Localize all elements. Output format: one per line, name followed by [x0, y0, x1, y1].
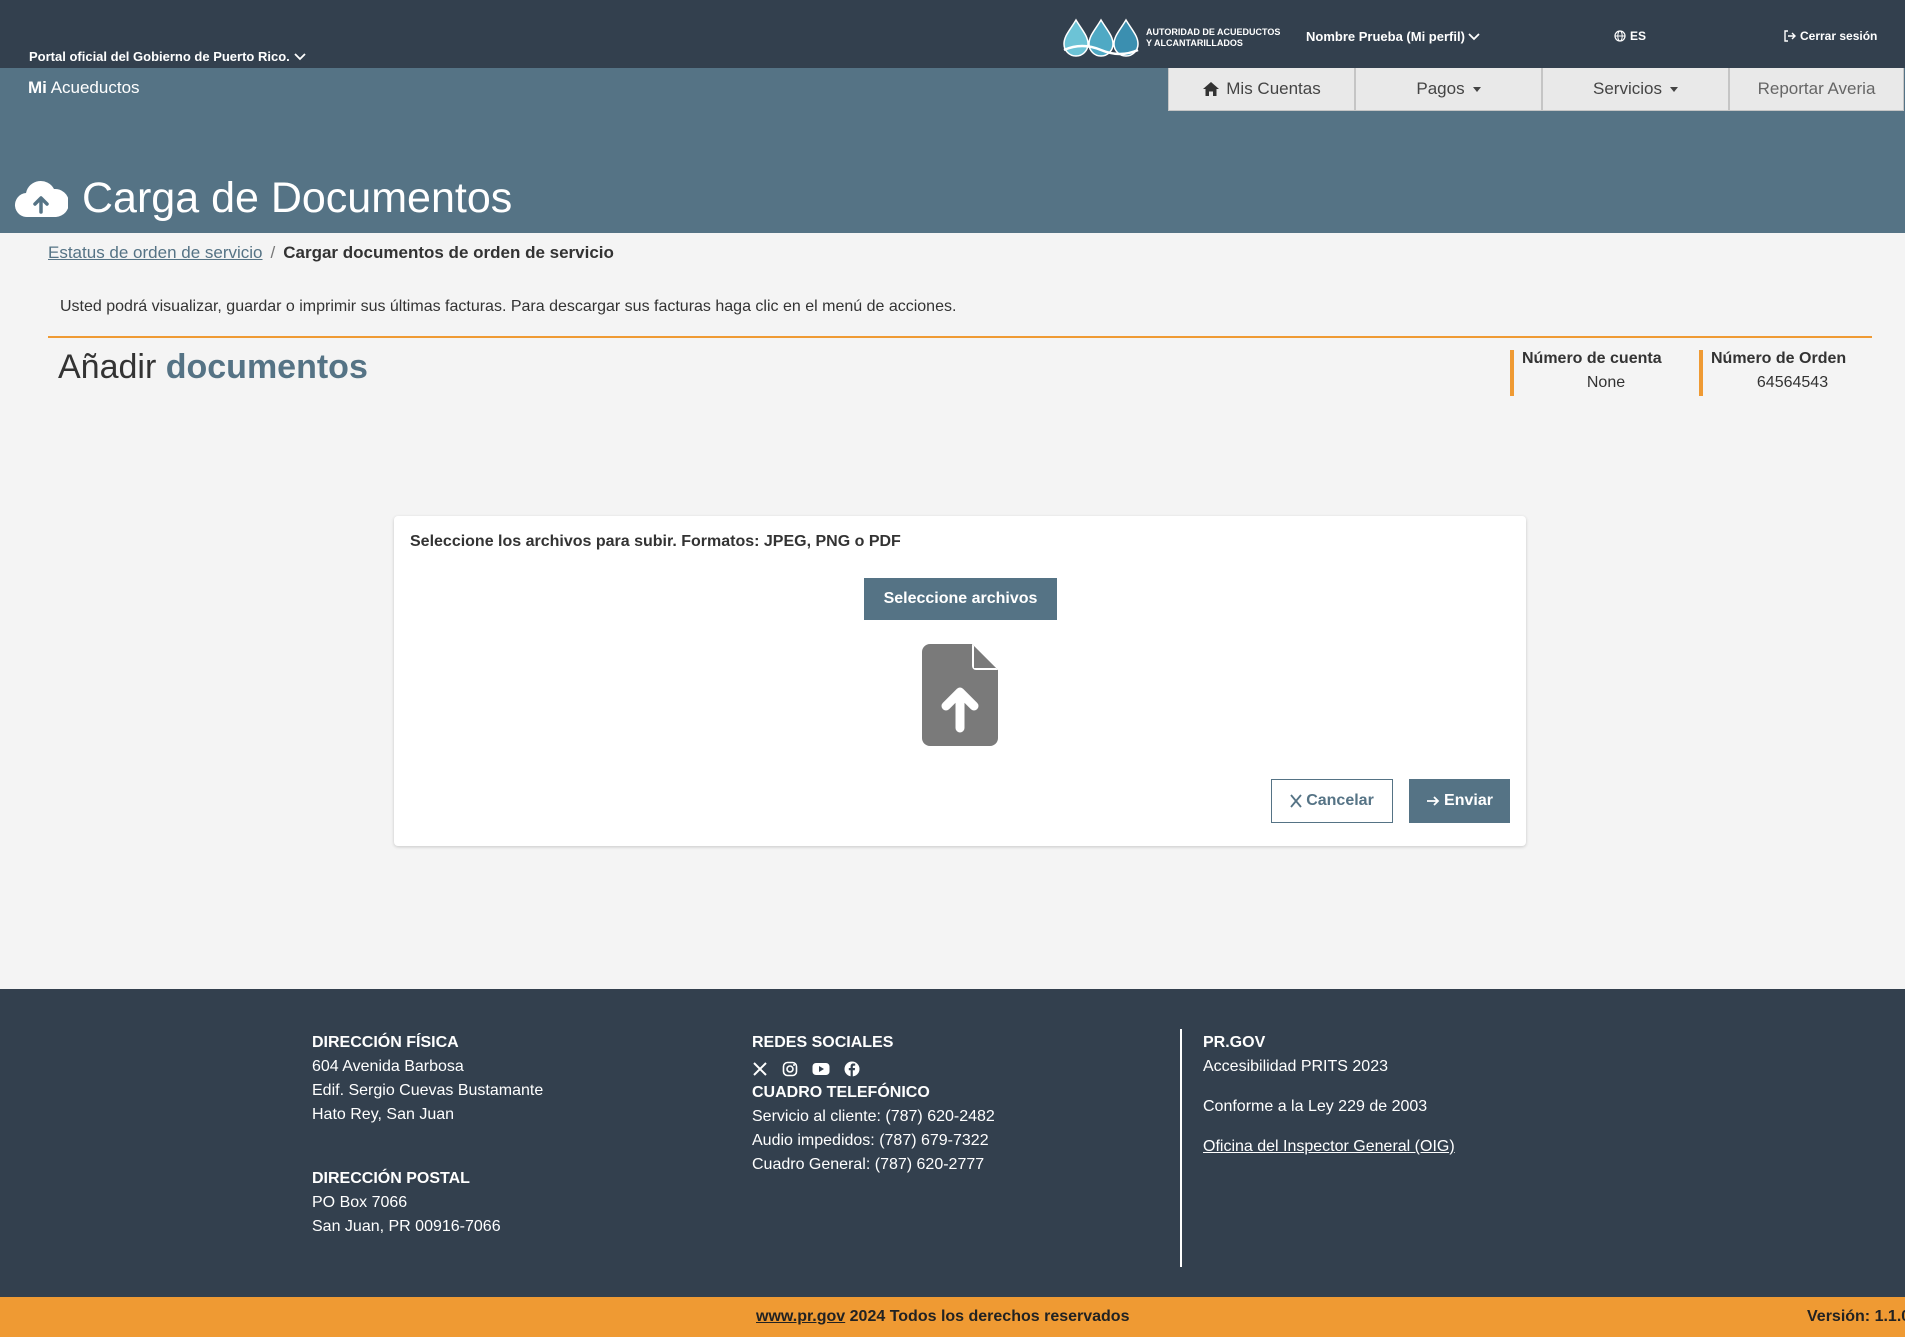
prgov-line: Conforme a la Ley 229 de 2003 [1203, 1098, 1428, 1115]
send-button[interactable]: Enviar [1409, 779, 1510, 823]
cancel-label: Cancelar [1306, 792, 1374, 809]
section-title: Añadir documentos [58, 348, 368, 387]
logo-line-2: Y ALCANTARILLADOS [1146, 38, 1243, 48]
breadcrumb-current: Cargar documentos de orden de servicio [283, 243, 614, 262]
phone-line: Audio impedidos: (787) 679-7322 [752, 1132, 989, 1149]
oig-link[interactable]: Oficina del Inspector General (OIG) [1203, 1135, 1455, 1159]
top-bar: Portal oficial del Gobierno de Puerto Ri… [0, 0, 1905, 68]
prgov-line: Accesibilidad PRITS 2023 [1203, 1058, 1388, 1075]
site-header: Mi Acueductos Mis Cuentas Pagos Servicio… [0, 68, 1905, 233]
account-number-label: Número de cuenta [1522, 350, 1662, 367]
version-label: Versión: 1.1.0 [1807, 1308, 1905, 1325]
order-number-block: Número de Orden 64564543 [1699, 350, 1874, 396]
cancel-button[interactable]: Cancelar [1271, 779, 1393, 823]
globe-icon [1614, 30, 1626, 42]
gov-portal-label: Portal oficial del Gobierno de Puerto Ri… [29, 49, 290, 64]
aaa-logo-text: AUTORIDAD DE ACUEDUCTOS Y ALCANTARILLADO… [1146, 27, 1280, 49]
logo-line-1: AUTORIDAD DE ACUEDUCTOS [1146, 27, 1281, 37]
aaa-logo[interactable]: AUTORIDAD DE ACUEDUCTOS Y ALCANTARILLADO… [1062, 16, 1280, 60]
prgov-title: PR.GOV [1203, 1034, 1266, 1051]
postal-address-title: DIRECCIÓN POSTAL [312, 1170, 470, 1187]
main-nav: Mis Cuentas Pagos Servicios Reportar Ave… [1168, 68, 1904, 111]
intro-text: Usted podrá visualizar, guardar o imprim… [60, 298, 957, 315]
copyright: www.pr.gov 2024 Todos los derechos reser… [756, 1308, 1129, 1326]
section-title-light: Añadir [58, 348, 157, 386]
breadcrumb-parent-link[interactable]: Estatus de orden de servicio [48, 243, 263, 263]
section-title-bold: documentos [165, 348, 368, 386]
youtube-icon[interactable] [812, 1062, 830, 1076]
account-number-value: None [1586, 374, 1626, 391]
copyright-text: 2024 Todos los derechos reservados [845, 1308, 1130, 1325]
nav-pagos[interactable]: Pagos [1355, 68, 1542, 111]
nav-label: Servicios [1593, 79, 1662, 98]
logout-label: Cerrar sesión [1800, 29, 1878, 43]
page-title: Carga de Documentos [14, 174, 512, 223]
breadcrumb-separator: / [270, 243, 276, 262]
phone-line: Servicio al cliente: (787) 620-2482 [752, 1108, 995, 1125]
section-divider [48, 336, 1872, 338]
footer-contact-column: REDES SOCIALES CUADRO TELEFÓNICO Servici… [752, 1031, 995, 1177]
bottom-bar: www.pr.gov 2024 Todos los derechos reser… [0, 1297, 1905, 1337]
logout-icon [1784, 30, 1796, 42]
caret-down-icon [1669, 86, 1678, 92]
caret-down-icon [1472, 86, 1481, 92]
arrow-right-icon [1427, 796, 1440, 806]
order-number-value: 64564543 [1756, 374, 1829, 391]
cloud-upload-icon [15, 180, 68, 217]
nav-mis-cuentas[interactable]: Mis Cuentas [1168, 68, 1355, 111]
physical-address-title: DIRECCIÓN FÍSICA [312, 1034, 459, 1051]
order-number-label: Número de Orden [1711, 350, 1847, 367]
logout-link[interactable]: Cerrar sesión [1783, 29, 1877, 43]
nav-label: Mis Cuentas [1226, 79, 1321, 98]
footer-prgov-column: PR.GOV Accesibilidad PRITS 2023 Conforme… [1203, 1031, 1455, 1159]
nav-reportar-averia[interactable]: Reportar Averia [1729, 68, 1904, 111]
brand-name[interactable]: Mi Acueductos [28, 78, 140, 98]
profile-menu[interactable]: Nombre Prueba (Mi perfil) [1306, 29, 1480, 44]
postal-address-line: San Juan, PR 00916-7066 [312, 1218, 501, 1235]
language-label: ES [1630, 29, 1647, 43]
chevron-down-icon [294, 52, 306, 60]
social-links [752, 1059, 995, 1079]
profile-label: Nombre Prueba (Mi perfil) [1306, 29, 1465, 44]
send-label: Enviar [1444, 792, 1493, 809]
physical-address-line: Hato Rey, San Juan [312, 1106, 455, 1123]
x-icon [1290, 794, 1302, 808]
chevron-down-icon [1468, 32, 1480, 40]
nav-servicios[interactable]: Servicios [1542, 68, 1729, 111]
water-drops-logo-icon [1063, 18, 1139, 57]
footer-address-column: DIRECCIÓN FÍSICA 604 Avenida Barbosa Edi… [312, 1031, 543, 1239]
footer-divider [1180, 1029, 1182, 1267]
postal-address-line: PO Box 7066 [312, 1194, 408, 1211]
phone-line: Cuadro General: (787) 620-2777 [752, 1156, 985, 1173]
account-number-block: Número de cuenta None [1510, 350, 1690, 396]
facebook-icon[interactable] [844, 1061, 860, 1077]
prgov-site-link[interactable]: www.pr.gov [756, 1308, 845, 1325]
nav-label: Reportar Averia [1757, 79, 1876, 98]
breadcrumb: Estatus de orden de servicio / Cargar do… [48, 243, 614, 263]
brand-bold: Mi [28, 78, 47, 97]
instagram-icon[interactable] [782, 1061, 798, 1077]
file-upload-icon[interactable] [922, 644, 998, 746]
upload-card: Seleccione los archivos para subir. Form… [394, 516, 1526, 846]
language-selector[interactable]: ES [1614, 29, 1646, 43]
page-title-text: Carga de Documentos [82, 174, 513, 222]
x-twitter-icon[interactable] [752, 1061, 768, 1077]
brand-rest: Acueductos [50, 78, 140, 97]
home-icon [1203, 82, 1220, 96]
upload-instructions: Seleccione los archivos para subir. Form… [410, 533, 901, 550]
physical-address-line: 604 Avenida Barbosa [312, 1058, 464, 1075]
phone-title: CUADRO TELEFÓNICO [752, 1084, 930, 1101]
physical-address-line: Edif. Sergio Cuevas Bustamante [312, 1082, 544, 1099]
social-title: REDES SOCIALES [752, 1034, 894, 1051]
nav-label: Pagos [1416, 79, 1465, 98]
gov-portal-link[interactable]: Portal oficial del Gobierno de Puerto Ri… [29, 49, 306, 64]
select-files-button[interactable]: Seleccione archivos [864, 578, 1057, 620]
site-footer: DIRECCIÓN FÍSICA 604 Avenida Barbosa Edi… [0, 989, 1905, 1297]
